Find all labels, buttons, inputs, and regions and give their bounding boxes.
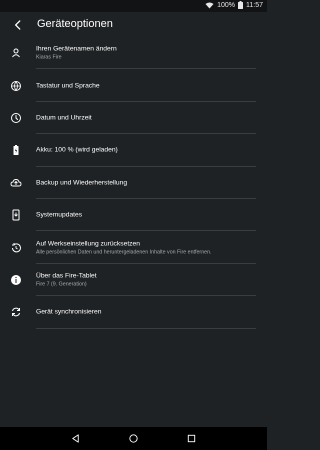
setting-keyboard-language[interactable]: Tastatur und Sprache xyxy=(0,69,267,102)
battery-icon xyxy=(238,1,243,9)
sync-icon xyxy=(10,306,22,318)
wifi-icon xyxy=(205,2,214,8)
setting-label: Systemupdates xyxy=(36,211,83,219)
setting-backup-restore[interactable]: Backup und Wiederherstellung xyxy=(0,167,267,199)
setting-label: Auf Werkseinstellung zurücksetzen xyxy=(36,240,140,248)
setting-label: Gerät synchronisieren xyxy=(36,308,102,316)
setting-factory-reset[interactable]: Auf Werkseinstellung zurücksetzen Alle p… xyxy=(0,231,267,264)
setting-battery[interactable]: Akku: 100 % (wird geladen) xyxy=(0,134,267,167)
setting-label: Datum und Uhrzeit xyxy=(36,114,92,122)
back-arrow-icon[interactable] xyxy=(11,18,25,32)
setting-sublabel: Fire 7 (9. Generation) xyxy=(36,281,87,288)
setting-text: Gerät synchronisieren xyxy=(36,309,101,316)
setting-text: Akku: 100 % (wird geladen) xyxy=(36,147,118,154)
reset-history-icon xyxy=(10,242,22,254)
system-update-icon xyxy=(10,209,22,221)
setting-sync-device[interactable]: Gerät synchronisieren xyxy=(0,296,267,329)
info-icon xyxy=(10,274,22,286)
setting-sublabel: Kiaras Fire xyxy=(36,54,62,61)
app-bar: Geräteoptionen xyxy=(0,12,267,37)
settings-list: Ihren Gerätenamen ändern Kiaras Fire Tas… xyxy=(0,37,267,329)
person-icon xyxy=(10,47,22,59)
battery-percent: 100% xyxy=(217,1,235,9)
setting-text: Systemupdates xyxy=(36,212,82,219)
status-icons: 100% 11:57 xyxy=(205,1,263,9)
back-triangle-icon[interactable] xyxy=(70,433,81,444)
setting-system-updates[interactable]: Systemupdates xyxy=(0,199,267,232)
recents-square-icon[interactable] xyxy=(186,433,197,444)
setting-label: Tastatur und Sprache xyxy=(36,82,100,90)
cloud-icon xyxy=(10,177,22,189)
setting-text: Datum und Uhrzeit xyxy=(36,114,92,121)
setting-text: Ihren Gerätenamen ändern Kiaras Fire xyxy=(36,46,117,61)
setting-sublabel: Alle persönlichen Daten und heruntergela… xyxy=(36,249,212,256)
clock-icon xyxy=(10,112,22,124)
globe-icon xyxy=(10,80,22,92)
divider xyxy=(36,327,256,329)
setting-text: Auf Werkseinstellung zurücksetzen Alle p… xyxy=(36,240,212,255)
setting-text: Tastatur und Sprache xyxy=(36,82,100,89)
home-circle-icon[interactable] xyxy=(128,433,139,444)
setting-label: Akku: 100 % (wird geladen) xyxy=(36,146,118,154)
setting-text: Backup und Wiederherstellung xyxy=(36,179,127,186)
setting-label: Über das Fire-Tablet xyxy=(36,272,97,280)
setting-text: Über das Fire-Tablet Fire 7 (9. Generati… xyxy=(36,272,97,287)
setting-date-time[interactable]: Datum und Uhrzeit xyxy=(0,102,267,135)
setting-label: Ihren Gerätenamen ändern xyxy=(36,45,117,53)
setting-device-name[interactable]: Ihren Gerätenamen ändern Kiaras Fire xyxy=(0,37,267,70)
setting-label: Backup und Wiederherstellung xyxy=(36,179,128,187)
battery-icon xyxy=(10,144,22,156)
clock-time: 11:57 xyxy=(246,1,263,9)
status-bar: 100% 11:57 xyxy=(0,0,267,12)
page-title: Geräteoptionen xyxy=(37,18,113,30)
setting-about-tablet[interactable]: Über das Fire-Tablet Fire 7 (9. Generati… xyxy=(0,264,267,297)
navigation-bar xyxy=(0,427,267,450)
